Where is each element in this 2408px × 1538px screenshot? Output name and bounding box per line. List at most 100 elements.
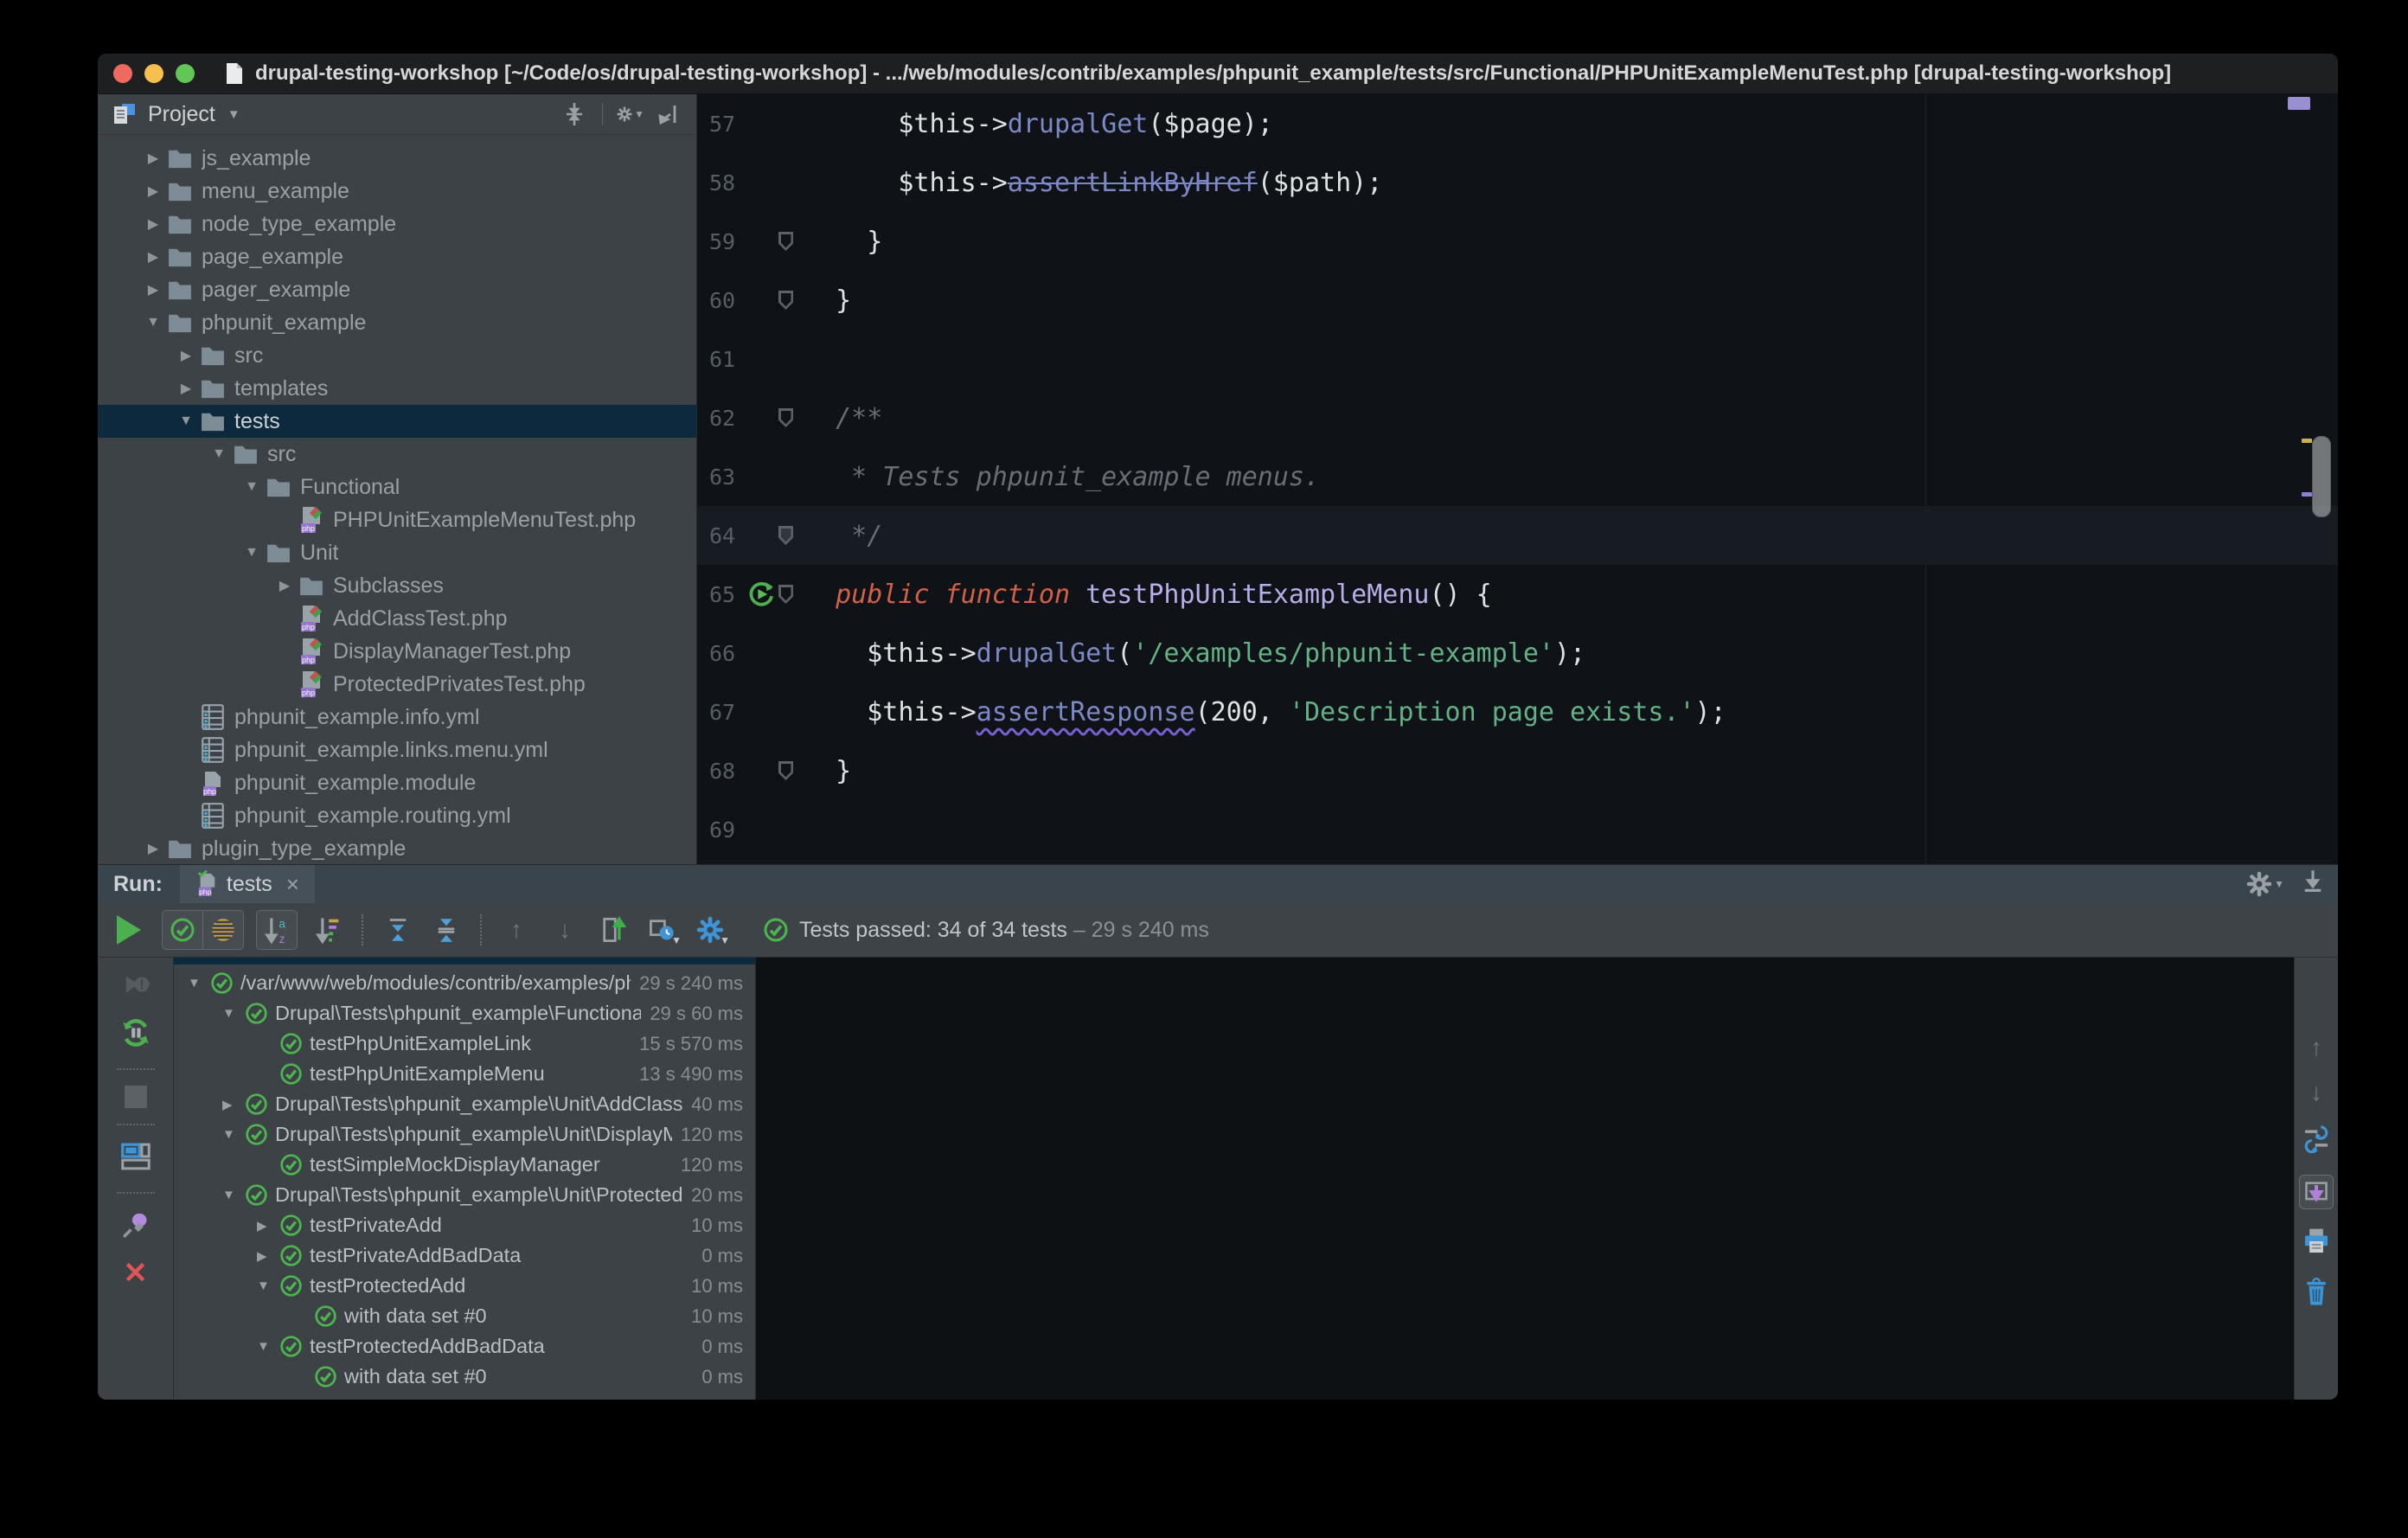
hide-panel-icon[interactable]	[655, 100, 682, 128]
line-number[interactable]: 58	[697, 170, 752, 195]
fold-marker-icon[interactable]	[778, 761, 793, 780]
expander-arrow-icon[interactable]	[222, 1127, 245, 1142]
tree-row[interactable]: menu_example	[98, 175, 696, 208]
tree-row[interactable]: src	[98, 438, 696, 471]
rerun-failed-tests-icon[interactable]: !	[121, 970, 150, 1003]
test-name[interactable]: testPhpUnitExampleLink	[310, 1032, 631, 1055]
line-number[interactable]: 57	[697, 112, 752, 137]
test-console[interactable]	[755, 958, 2294, 1400]
expander-arrow-icon[interactable]	[174, 380, 198, 397]
tree-row[interactable]: php phpunit_example.module	[98, 766, 696, 799]
expander-arrow-icon[interactable]	[240, 545, 264, 561]
expander-arrow-icon[interactable]	[222, 1188, 245, 1202]
run-tab-label[interactable]: tests	[227, 872, 272, 897]
code-line[interactable]: 57 $this->drupalGet($page);	[697, 94, 2338, 153]
restore-layout-icon[interactable]	[120, 1141, 151, 1176]
line-number[interactable]: 61	[697, 347, 752, 372]
tree-row[interactable]: page_example	[98, 240, 696, 273]
expander-arrow-icon[interactable]	[257, 1218, 279, 1234]
test-row[interactable]: Drupal\Tests\phpunit_example\Unit\Displa…	[174, 1119, 755, 1150]
line-number[interactable]: 65	[697, 582, 752, 607]
line-number[interactable]: 69	[697, 817, 752, 843]
expander-arrow-icon[interactable]	[141, 150, 165, 167]
code-line[interactable]: 58 $this->assertLinkByHref($path);	[697, 153, 2338, 212]
next-failed-test-icon[interactable]: ↓	[547, 912, 583, 948]
code-line[interactable]: 68 }	[697, 741, 2338, 800]
tree-row[interactable]: phpunit_example.routing.yml	[98, 799, 696, 832]
test-name[interactable]: with data set #0	[344, 1365, 693, 1388]
code-line[interactable]: 60 }	[697, 271, 2338, 330]
settings-gear-icon[interactable]: ▼	[2246, 871, 2284, 897]
test-row[interactable]: with data set #0 10 ms	[174, 1301, 755, 1331]
up-arrow-icon[interactable]: ↑	[2310, 1034, 2322, 1061]
tree-row[interactable]: Subclasses	[98, 569, 696, 602]
test-name[interactable]: /var/www/web/modules/contrib/examples/ph…	[240, 971, 631, 995]
line-number[interactable]: 67	[697, 700, 752, 725]
expander-arrow-icon[interactable]	[257, 1278, 279, 1293]
run-tab-tests[interactable]: php tests ×	[179, 865, 315, 903]
test-row[interactable]: testPrivateAddBadData 0 ms	[174, 1240, 755, 1271]
fold-marker-icon[interactable]	[778, 585, 793, 604]
expander-arrow-icon[interactable]	[141, 183, 165, 200]
jump-to-source-icon[interactable]	[2302, 1124, 2331, 1157]
test-name[interactable]: testProtectedAddBadData	[310, 1335, 693, 1358]
rerun-icon[interactable]	[120, 1017, 151, 1053]
sort-alphabetically-toggle[interactable]: a z	[257, 911, 297, 949]
sort-by-duration-icon[interactable]	[310, 912, 346, 948]
close-tab-icon[interactable]: ×	[286, 871, 299, 898]
test-name[interactable]: testPrivateAdd	[310, 1214, 682, 1237]
line-number[interactable]: 64	[697, 523, 752, 548]
tree-row[interactable]: js_example	[98, 142, 696, 175]
previous-failed-test-icon[interactable]: ↑	[498, 912, 535, 948]
line-number[interactable]: 68	[697, 759, 752, 784]
rerun-tests-icon[interactable]	[117, 915, 141, 945]
test-row[interactable]: with data set #0 0 ms	[174, 1362, 755, 1392]
test-name[interactable]: Drupal\Tests\phpunit_example\Functional\…	[275, 1002, 641, 1025]
tree-row[interactable]: phpunit_example.info.yml	[98, 701, 696, 734]
expander-arrow-icon[interactable]	[141, 248, 165, 266]
scroll-to-end-icon[interactable]	[2299, 1175, 2334, 1209]
test-row[interactable]: testSimpleMockDisplayManager 120 ms	[174, 1150, 755, 1180]
tree-row[interactable]: php PHPUnitExampleMenuTest.php	[98, 503, 696, 536]
close-window-button[interactable]	[113, 64, 132, 83]
close-icon[interactable]: ✕	[123, 1259, 148, 1288]
code-line[interactable]: 66 $this->drupalGet('/examples/phpunit-e…	[697, 624, 2338, 682]
test-name[interactable]: testProtectedAdd	[310, 1274, 682, 1298]
test-row[interactable]: /var/www/web/modules/contrib/examples/ph…	[174, 968, 755, 998]
tree-row[interactable]: php DisplayManagerTest.php	[98, 635, 696, 668]
expander-arrow-icon[interactable]	[174, 413, 198, 429]
import-test-results-icon[interactable]	[595, 912, 631, 948]
tree-row[interactable]: Functional	[98, 471, 696, 503]
test-name[interactable]: with data set #0	[344, 1304, 682, 1328]
test-name[interactable]: testSimpleMockDisplayManager	[310, 1153, 672, 1176]
settings-gear-icon[interactable]: ▼	[617, 100, 644, 128]
tree-row[interactable]: phpunit_example	[98, 306, 696, 339]
expander-arrow-icon[interactable]	[207, 446, 231, 462]
expander-arrow-icon[interactable]	[272, 577, 297, 594]
test-name[interactable]: Drupal\Tests\phpunit_example\Unit\AddCla…	[275, 1093, 682, 1116]
expander-arrow-icon[interactable]	[188, 976, 210, 990]
line-number[interactable]: 60	[697, 288, 752, 313]
expander-arrow-icon[interactable]	[257, 1339, 279, 1354]
clear-all-icon[interactable]	[2302, 1278, 2330, 1311]
expander-arrow-icon[interactable]	[222, 1097, 245, 1112]
down-arrow-icon[interactable]: ↓	[2310, 1079, 2322, 1106]
test-row[interactable]: testPrivateAdd 10 ms	[174, 1210, 755, 1240]
test-row[interactable]: Drupal\Tests\phpunit_example\Functional\…	[174, 998, 755, 1029]
maximize-window-button[interactable]	[176, 64, 195, 83]
code-line[interactable]: 69	[697, 800, 2338, 859]
test-row[interactable]: testProtectedAddBadData 0 ms	[174, 1331, 755, 1362]
expander-arrow-icon[interactable]	[257, 1248, 279, 1264]
test-row[interactable]: testPhpUnitExampleMenu 13 s 490 ms	[174, 1059, 755, 1089]
fold-marker-icon[interactable]	[778, 232, 793, 251]
test-row[interactable]: testProtectedAdd 10 ms	[174, 1271, 755, 1301]
run-test-icon[interactable]	[747, 580, 775, 615]
stop-icon[interactable]	[124, 1086, 147, 1108]
expander-arrow-icon[interactable]	[141, 281, 165, 298]
tree-row[interactable]: php ProtectedPrivatesTest.php	[98, 668, 696, 701]
expander-arrow-icon[interactable]	[174, 347, 198, 364]
fold-marker-icon[interactable]	[778, 408, 793, 427]
print-icon[interactable]	[2302, 1227, 2331, 1260]
code-line[interactable]: 61	[697, 330, 2338, 388]
minimize-window-button[interactable]	[144, 64, 163, 83]
